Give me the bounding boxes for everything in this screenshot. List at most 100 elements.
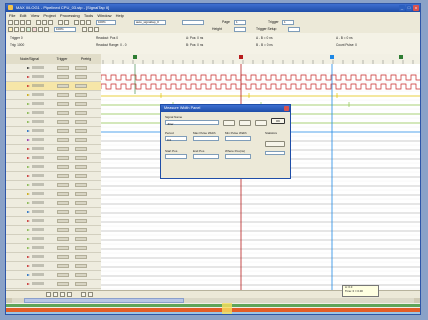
expand-arrow-icon[interactable] <box>27 103 30 105</box>
expand-arrow-icon[interactable] <box>27 166 30 168</box>
height-combo[interactable] <box>234 27 246 32</box>
trigger-condition-cell[interactable] <box>57 273 69 277</box>
marker-red[interactable] <box>239 55 243 59</box>
menu-processing[interactable]: Processing <box>60 12 80 19</box>
trigger-condition-cell[interactable] <box>57 237 69 241</box>
pretrigger-cell[interactable] <box>75 147 87 151</box>
dialog-btn-3[interactable] <box>255 120 267 126</box>
pretrigger-cell[interactable] <box>75 138 87 142</box>
cursor-icon[interactable] <box>32 27 37 32</box>
maximize-button[interactable]: □ <box>406 5 412 11</box>
pretrigger-cell[interactable] <box>75 201 87 205</box>
signal-row[interactable] <box>6 73 101 82</box>
trigger-condition-cell[interactable] <box>57 84 69 88</box>
signal-row[interactable] <box>6 262 101 271</box>
pretrigger-cell[interactable] <box>75 165 87 169</box>
next-icon[interactable] <box>53 292 58 297</box>
trigger-condition-cell[interactable] <box>57 75 69 79</box>
signal-row[interactable] <box>6 244 101 253</box>
expand-arrow-icon[interactable] <box>27 76 30 78</box>
pretrigger-cell[interactable] <box>75 102 87 106</box>
signal-row[interactable] <box>6 163 101 172</box>
redo-icon[interactable] <box>64 20 69 25</box>
expand-arrow-icon[interactable] <box>27 274 30 276</box>
signal-row[interactable] <box>6 82 101 91</box>
trigger-condition-cell[interactable] <box>57 246 69 250</box>
minimize-button[interactable]: _ <box>399 5 405 11</box>
signal-row[interactable] <box>6 280 101 289</box>
expand-arrow-icon[interactable] <box>27 157 30 159</box>
collapse-icon[interactable] <box>88 292 93 297</box>
pretrigger-cell[interactable] <box>75 66 87 70</box>
signal-row[interactable] <box>6 64 101 73</box>
expand-arrow-icon[interactable] <box>27 193 30 195</box>
dialog-btn-1[interactable] <box>223 120 235 126</box>
trigger-condition-cell[interactable] <box>57 111 69 115</box>
statistics-field[interactable] <box>265 151 285 155</box>
trigger-setup-combo[interactable] <box>288 27 300 32</box>
expand-icon[interactable] <box>81 292 86 297</box>
last-icon[interactable] <box>67 292 72 297</box>
pretrigger-cell[interactable] <box>75 210 87 214</box>
open-icon[interactable] <box>14 20 19 25</box>
signal-row[interactable] <box>6 217 101 226</box>
start-pos-field[interactable] <box>165 154 187 159</box>
trigger-condition-cell[interactable] <box>57 93 69 97</box>
marker-icon[interactable] <box>26 27 31 32</box>
trigger-condition-cell[interactable] <box>57 210 69 214</box>
cut-icon[interactable] <box>36 20 41 25</box>
trigger-condition-cell[interactable] <box>57 282 69 286</box>
expand-arrow-icon[interactable] <box>27 94 30 96</box>
zoom-in-icon[interactable] <box>14 27 19 32</box>
expand-arrow-icon[interactable] <box>27 202 30 204</box>
pretrigger-cell[interactable] <box>75 228 87 232</box>
signal-row[interactable] <box>6 271 101 280</box>
where-pos-field[interactable] <box>225 154 251 159</box>
expand-arrow-icon[interactable] <box>27 283 30 285</box>
pretrigger-cell[interactable] <box>75 120 87 124</box>
pretrigger-cell[interactable] <box>75 273 87 277</box>
signal-row[interactable] <box>6 199 101 208</box>
trigger-condition-cell[interactable] <box>57 138 69 142</box>
trigger-condition-cell[interactable] <box>57 165 69 169</box>
copy-icon[interactable] <box>42 20 47 25</box>
pretrigger-cell[interactable] <box>75 219 87 223</box>
trigger-condition-cell[interactable] <box>57 102 69 106</box>
text-icon[interactable] <box>44 27 49 32</box>
menu-help[interactable]: Help <box>116 12 124 19</box>
min-pulse-field[interactable] <box>225 136 251 141</box>
menu-edit[interactable]: Edit <box>20 12 27 19</box>
expand-arrow-icon[interactable] <box>27 265 30 267</box>
close-button[interactable]: x <box>413 5 419 11</box>
expand-arrow-icon[interactable] <box>27 130 30 132</box>
trigger-condition-cell[interactable] <box>57 255 69 259</box>
menu-window[interactable]: Window <box>97 12 111 19</box>
trigger-condition-cell[interactable] <box>57 129 69 133</box>
zoom-level-combo[interactable]: 100% <box>54 27 76 32</box>
signal-row[interactable] <box>6 127 101 136</box>
signal-row[interactable] <box>6 208 101 217</box>
signal-row[interactable] <box>6 235 101 244</box>
marker-blue[interactable] <box>330 55 334 59</box>
trigger-condition-cell[interactable] <box>57 156 69 160</box>
trigger-condition-cell[interactable] <box>57 147 69 151</box>
trigger-condition-cell[interactable] <box>57 174 69 178</box>
signal-row[interactable] <box>6 253 101 262</box>
pretrigger-cell[interactable] <box>75 84 87 88</box>
signal-row[interactable] <box>6 190 101 199</box>
trigger-condition-cell[interactable] <box>57 219 69 223</box>
period-field[interactable]: 0.0 <box>165 136 187 142</box>
pretrigger-cell[interactable] <box>75 237 87 241</box>
marker-green-2[interactable] <box>399 55 403 59</box>
pretrigger-cell[interactable] <box>75 156 87 160</box>
menu-file[interactable]: File <box>9 12 15 19</box>
run-icon[interactable] <box>80 20 85 25</box>
statistics-button[interactable] <box>265 141 285 147</box>
signal-row[interactable] <box>6 172 101 181</box>
signal-row[interactable] <box>6 136 101 145</box>
dialog-close-icon[interactable] <box>284 106 289 111</box>
max-pulse-field[interactable] <box>193 136 219 141</box>
find-icon[interactable] <box>38 27 43 32</box>
signal-row[interactable] <box>6 109 101 118</box>
trigger-condition-cell[interactable] <box>57 201 69 205</box>
